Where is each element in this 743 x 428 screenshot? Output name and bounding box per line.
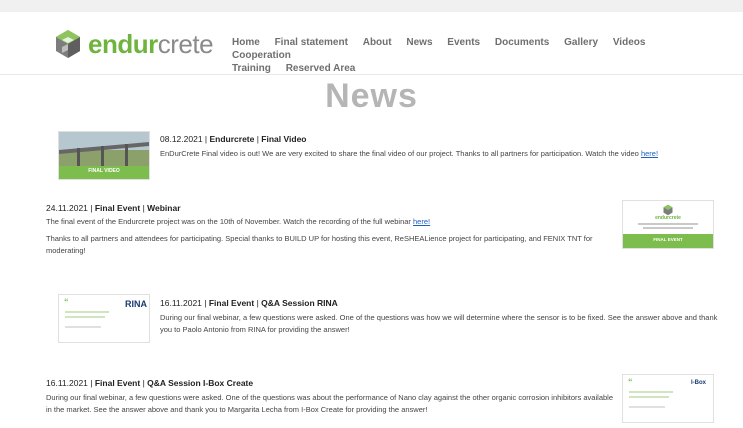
post-excerpt: During our final webinar, a few question… [46,393,613,414]
nav-final-statement[interactable]: Final statement [275,36,348,49]
thumb-text-line [65,326,101,328]
logo-wordmark: endurcrete [88,28,214,60]
site-header: endurcrete Home Final statement About Ne… [0,12,743,75]
nav-reserved-area[interactable]: Reserved Area [286,62,356,75]
quote-icon: “ [64,297,69,307]
thumb-label: FINAL VIDEO [88,168,120,174]
post-category: Final Event [94,203,141,213]
post-heading[interactable]: 24.11.2021 | Final Event | Webinar [46,203,181,213]
logo-word-2: crete [157,28,214,59]
post-thumbnail[interactable]: “ I-Box [622,374,714,423]
nav-events[interactable]: Events [447,36,480,49]
thumb-text-line [638,223,698,225]
thumb-brand: endurcrete [655,215,681,221]
nav-documents[interactable]: Documents [495,36,549,49]
nav-home[interactable]: Home [232,36,260,49]
post-thumbnail[interactable]: “ RINA [58,294,150,343]
logo-cube-icon [56,30,80,58]
post-title: Webinar [147,203,181,213]
post-title: Q&A Session I-Box Create [147,378,254,388]
nav-gallery[interactable]: Gallery [564,36,598,49]
post-link[interactable]: here! [413,217,430,226]
post-excerpt: EnDurCrete Final video is out! We are ve… [160,148,730,160]
thumb-brand: I-Box [691,380,706,386]
post-heading[interactable]: 16.11.2021 | Final Event | Q&A Session I… [46,378,253,388]
thumb-text-line [65,311,109,313]
post-text: EnDurCrete Final video is out! We are ve… [160,149,641,158]
logo-word-1: endur [88,28,158,59]
page: endurcrete Home Final statement About Ne… [0,0,743,428]
post-category: Final Event [94,378,141,388]
thumb-text-line [643,227,693,229]
post-date: 16.11.2021 [46,378,88,388]
post-date: 08.12.2021 [160,134,203,144]
post-link[interactable]: here! [641,149,658,158]
thumb-text-line [629,391,673,393]
post-date: 24.11.2021 [46,203,88,213]
page-title: News [325,77,418,115]
thumb-label: FINAL EVENT [653,237,683,242]
nav-cooperation[interactable]: Cooperation [232,49,291,62]
main-nav: Home Final statement About News Events D… [232,36,692,75]
post-date: 16.11.2021 [160,298,202,308]
post-excerpt: During our final webinar, a few question… [160,313,718,334]
nav-training[interactable]: Training [232,62,271,75]
post-title: Q&A Session RINA [261,298,338,308]
post-heading[interactable]: 08.12.2021 | Endurcrete | Final Video [160,134,306,144]
nav-about[interactable]: About [363,36,392,49]
post-thumbnail[interactable]: FINAL VIDEO [58,131,150,180]
quote-icon: “ [628,377,633,387]
site-logo[interactable]: endurcrete [52,26,214,62]
nav-videos[interactable]: Videos [613,36,646,49]
thumb-text-line [65,316,105,318]
post-category: Final Event [208,298,255,308]
thumb-brand: RINA [125,299,147,309]
post-excerpt-2: Thanks to all partners and attendees for… [46,234,593,255]
post-heading[interactable]: 16.11.2021 | Final Event | Q&A Session R… [160,298,338,308]
post-excerpt: The final event of the Endurcrete projec… [46,216,616,228]
thumb-text-line [629,406,665,408]
thumb-text-line [629,396,669,398]
post-title: Final Video [261,134,307,144]
nav-news[interactable]: News [406,36,432,49]
post-thumbnail[interactable]: endurcrete FINAL EVENT [622,200,714,249]
post-category: Endurcrete [209,134,255,144]
post-text: The final event of the Endurcrete projec… [46,217,414,226]
browser-top-strip [0,0,743,12]
